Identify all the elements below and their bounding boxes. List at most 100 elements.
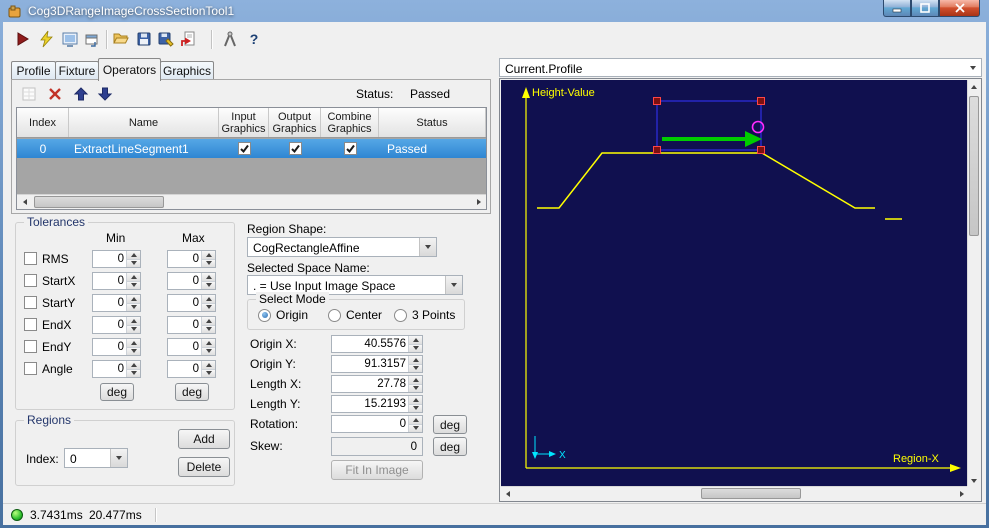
delete-region-button[interactable]: Delete: [178, 457, 230, 477]
spinner-buttons[interactable]: [201, 251, 215, 267]
run-button[interactable]: [11, 28, 33, 50]
spinner-buttons[interactable]: [201, 339, 215, 355]
spinner-value[interactable]: 0: [95, 363, 124, 375]
column-header-index[interactable]: Index: [17, 108, 69, 137]
spinner-buttons[interactable]: [408, 376, 422, 392]
tab-profile[interactable]: Profile: [11, 61, 56, 80]
tab-operators[interactable]: Operators: [98, 58, 161, 81]
table-horizontal-scrollbar[interactable]: [17, 194, 486, 209]
table-row[interactable]: 0 ExtractLineSegment1 Passed: [17, 139, 486, 158]
mode-origin-radio[interactable]: Origin: [258, 308, 308, 322]
spinner-buttons[interactable]: [201, 361, 215, 377]
spinner-buttons[interactable]: [201, 317, 215, 333]
startx-max-spinner[interactable]: 0: [167, 272, 216, 290]
angle-min-spinner[interactable]: 0: [92, 360, 141, 378]
tab-graphics[interactable]: Graphics: [160, 61, 214, 80]
spinner-buttons[interactable]: [201, 295, 215, 311]
spinner-buttons[interactable]: [126, 295, 140, 311]
help-button[interactable]: ?: [243, 28, 265, 50]
spinner-value[interactable]: 91.3157: [334, 358, 406, 370]
delete-operator-button[interactable]: [46, 85, 64, 103]
spinner-buttons[interactable]: [126, 361, 140, 377]
tolerance-startx-checkbox[interactable]: [24, 274, 37, 287]
tab-fixture[interactable]: Fixture: [55, 61, 99, 80]
spinner-buttons[interactable]: [126, 273, 140, 289]
spinner-value[interactable]: 0: [95, 297, 124, 309]
spinner-value[interactable]: 0: [95, 275, 124, 287]
spinner-value[interactable]: 0: [95, 319, 124, 331]
image-display-button[interactable]: [59, 28, 81, 50]
endy-min-spinner[interactable]: 0: [92, 338, 141, 356]
min-deg-button[interactable]: deg: [100, 383, 134, 401]
input-graphics-checkbox[interactable]: [237, 142, 251, 155]
scroll-thumb[interactable]: [969, 96, 979, 236]
region-corner-handle[interactable]: [757, 97, 765, 105]
import-button[interactable]: [177, 28, 199, 50]
spinner-buttons[interactable]: [201, 273, 215, 289]
rotation-deg-button[interactable]: deg: [433, 415, 467, 434]
rotation-handle[interactable]: [751, 120, 765, 134]
combo-arrow[interactable]: [419, 238, 436, 256]
rms-min-spinner[interactable]: 0: [92, 250, 141, 268]
endx-max-spinner[interactable]: 0: [167, 316, 216, 334]
spinner-buttons[interactable]: [126, 339, 140, 355]
tolerance-endx-checkbox[interactable]: [24, 318, 37, 331]
spinner-buttons[interactable]: [408, 396, 422, 412]
tolerance-starty-checkbox[interactable]: [24, 296, 37, 309]
starty-min-spinner[interactable]: 0: [92, 294, 141, 312]
spinner-value[interactable]: 15.2193: [334, 398, 406, 410]
spinner-buttons[interactable]: [126, 251, 140, 267]
region-corner-handle[interactable]: [757, 146, 765, 154]
plot-horizontal-scrollbar[interactable]: [501, 486, 969, 500]
move-up-button[interactable]: [72, 85, 90, 103]
tolerance-rms-checkbox[interactable]: [24, 252, 37, 265]
origin-x-spinner[interactable]: 40.5576: [331, 335, 423, 353]
max-deg-button[interactable]: deg: [175, 383, 209, 401]
scroll-thumb[interactable]: [34, 196, 164, 208]
maximize-button[interactable]: [911, 0, 939, 17]
direction-arrow-head-icon[interactable]: [745, 131, 762, 147]
length-y-spinner[interactable]: 15.2193: [331, 395, 423, 413]
spinner-value[interactable]: 0: [95, 253, 124, 265]
region-corner-handle[interactable]: [653, 146, 661, 154]
startx-min-spinner[interactable]: 0: [92, 272, 141, 290]
measure-button[interactable]: [219, 28, 241, 50]
spinner-value[interactable]: 0: [170, 297, 199, 309]
scroll-thumb[interactable]: [701, 488, 801, 499]
region-shape-select[interactable]: CogRectangleAffine: [247, 237, 437, 257]
region-index-select[interactable]: 0: [64, 448, 128, 468]
live-run-button[interactable]: [35, 28, 57, 50]
spinner-value[interactable]: 0: [170, 341, 199, 353]
tolerance-angle-checkbox[interactable]: [24, 362, 37, 375]
combo-arrow[interactable]: [445, 276, 462, 294]
combo-arrow[interactable]: [964, 59, 981, 76]
open-button[interactable]: [110, 28, 132, 50]
column-header-combine-graphics[interactable]: Combine Graphics: [321, 108, 379, 137]
move-down-button[interactable]: [96, 85, 114, 103]
spinner-buttons[interactable]: [408, 336, 422, 352]
spinner-value[interactable]: 0: [170, 275, 199, 287]
column-header-status[interactable]: Status: [379, 108, 486, 137]
spinner-value[interactable]: 0: [170, 319, 199, 331]
spinner-buttons[interactable]: [408, 416, 422, 432]
region-corner-handle[interactable]: [653, 97, 661, 105]
mode-center-radio[interactable]: Center: [328, 308, 382, 322]
spinner-buttons[interactable]: [408, 356, 422, 372]
combine-graphics-checkbox[interactable]: [343, 142, 357, 155]
angle-max-spinner[interactable]: 0: [167, 360, 216, 378]
spinner-value[interactable]: 0: [95, 341, 124, 353]
spinner-value[interactable]: 0: [334, 418, 406, 430]
mode-3points-radio[interactable]: 3 Points: [394, 308, 455, 322]
rms-max-spinner[interactable]: 0: [167, 250, 216, 268]
spinner-value[interactable]: 0: [170, 363, 199, 375]
length-x-spinner[interactable]: 27.78: [331, 375, 423, 393]
profile-plot[interactable]: Height-Value Region-X X: [501, 80, 969, 488]
endx-min-spinner[interactable]: 0: [92, 316, 141, 334]
record-select[interactable]: Current.Profile: [499, 58, 982, 77]
plot-vertical-scrollbar[interactable]: [967, 80, 980, 488]
scroll-left-button[interactable]: [501, 487, 515, 500]
column-header-name[interactable]: Name: [69, 108, 219, 137]
close-button[interactable]: [939, 0, 980, 17]
minimize-button[interactable]: [883, 0, 911, 17]
float-window-button[interactable]: [81, 28, 103, 50]
